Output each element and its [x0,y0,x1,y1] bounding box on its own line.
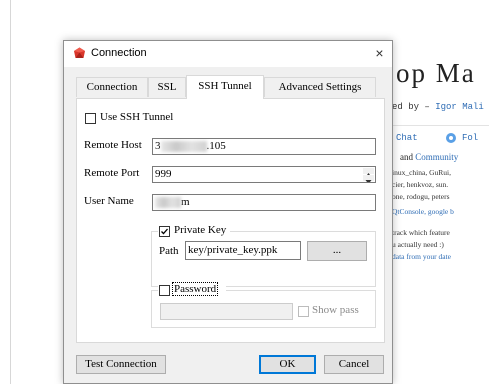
private-key-group-title: Private Key [158,224,230,238]
follow-icon[interactable] [446,133,456,143]
bg-contributors-line: inux_china, GuRui, [392,168,451,177]
path-label: Path [159,245,179,257]
ok-button[interactable]: OK [259,355,316,374]
bg-community-link[interactable]: Community [415,152,458,162]
check-icon [161,228,168,235]
show-password-label[interactable]: Show pass [312,304,359,316]
browse-key-button[interactable]: ... [307,241,367,261]
bg-byline-prefix: ed by – [392,102,436,112]
bg-heading: op Ma [396,58,476,88]
bg-chat-link[interactable]: Chat [396,133,418,143]
password-input[interactable] [160,303,293,320]
test-connection-button[interactable]: Test Connection [76,355,166,374]
private-key-label[interactable]: Private Key [174,224,226,236]
user-name-value-suffix: m [181,196,190,208]
close-icon[interactable]: × [367,41,392,67]
spin-up-icon[interactable] [363,168,374,177]
remote-port-value: 999 [155,168,172,180]
remote-port-label: Remote Port [84,167,140,179]
redacted-user-region [155,196,181,208]
redis-gem-icon [74,47,85,58]
remote-port-spinbox[interactable]: 999 [152,166,376,183]
bg-contributors-line: cier, henkvoz, sun. [392,180,449,189]
tab-connection[interactable]: Connection [76,77,148,97]
bg-byline: ed by – Igor Mali [392,102,484,112]
private-key-checkbox[interactable] [159,226,170,237]
bg-community-prefix: and [400,152,416,162]
bg-follow-link[interactable]: Fol [462,133,478,143]
use-ssh-tunnel-label[interactable]: Use SSH Tunnel [100,111,173,123]
bg-note-line: u actually need :) [392,240,444,249]
connection-dialog: Connection × Connection SSL SSH Tunnel A… [63,40,393,384]
bg-qtconsole-link[interactable]: QtConsole, google b [392,207,454,216]
window-title: Connection [91,47,147,59]
redacted-host-region [160,140,207,152]
bg-contributors-line: one, rodogu, peters [392,192,450,201]
bg-divider [392,125,489,126]
private-key-path-input[interactable]: key/private_key.ppk [185,241,301,260]
title-bar[interactable]: Connection × [64,41,392,67]
password-group-title: Password [158,282,226,297]
use-ssh-tunnel-checkbox[interactable] [85,113,96,124]
tab-advanced-settings[interactable]: Advanced Settings [264,77,376,97]
cancel-button[interactable]: Cancel [324,355,384,374]
user-name-input[interactable]: m [152,194,376,211]
page-left-border [10,0,11,384]
remote-host-value-suffix: .105 [206,140,226,152]
bg-note-line: track which feature [392,228,450,237]
remote-host-input[interactable]: 3.105 [152,138,376,155]
show-password-checkbox[interactable] [298,306,309,317]
remote-host-label: Remote Host [84,139,142,151]
bg-note-link[interactable]: data from your date [392,252,451,261]
background-webpage: op Ma ed by – Igor Mali Chat Fol and Com… [392,0,489,384]
spin-down-icon[interactable] [363,175,374,182]
password-label[interactable]: Password [171,282,219,296]
tab-ssl[interactable]: SSL [148,77,186,97]
port-spin-buttons [363,168,374,182]
bg-community-line: and Community [400,152,458,162]
user-name-label: User Name [84,195,134,207]
password-checkbox[interactable] [159,285,170,296]
tab-ssh-tunnel[interactable]: SSH Tunnel [186,75,264,99]
bg-author-link[interactable]: Igor Mali [435,102,484,112]
